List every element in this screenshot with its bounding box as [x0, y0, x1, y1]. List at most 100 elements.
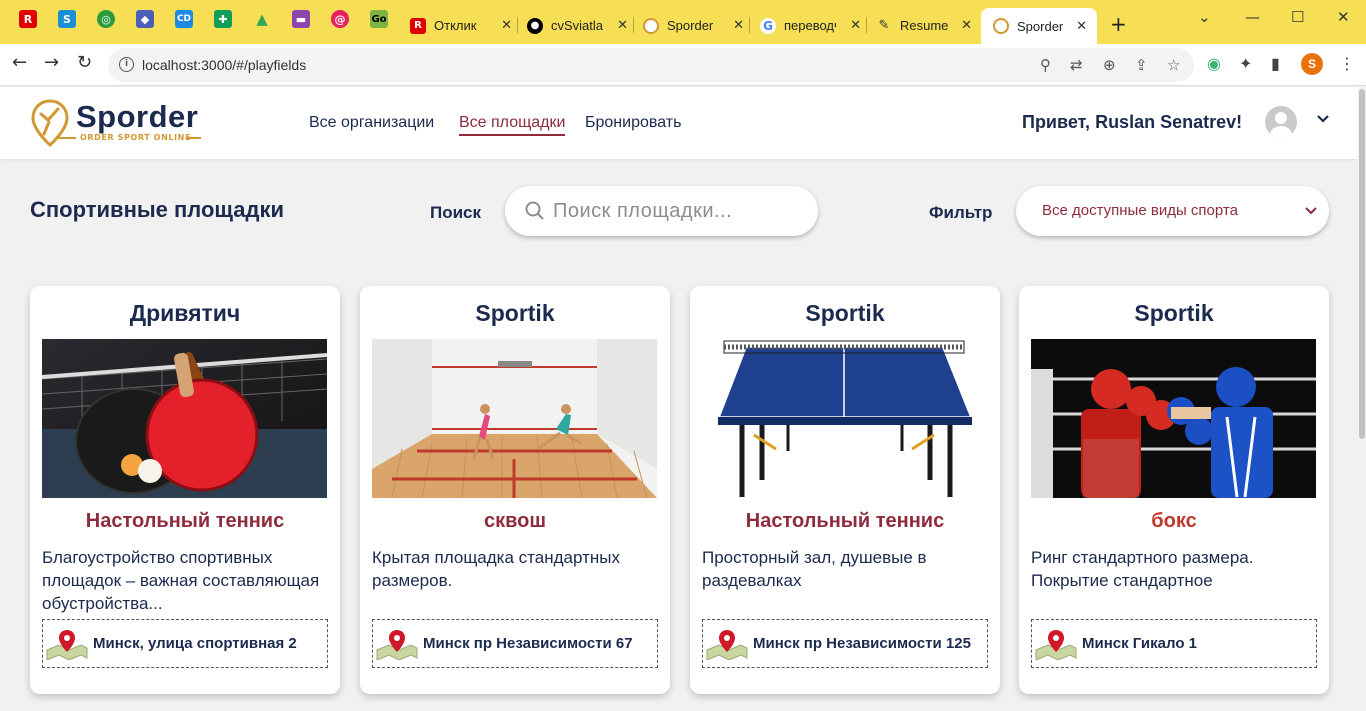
- new-tab-button[interactable]: +: [1110, 12, 1127, 36]
- card-sport: сквош: [483, 510, 547, 532]
- browser-toolbar: ← → ↻ i localhost:3000/#/playfields ⚲ ⇄ …: [0, 44, 1366, 86]
- close-icon[interactable]: ✕: [961, 18, 972, 33]
- search-box[interactable]: [505, 186, 818, 236]
- maximize-icon[interactable]: ☐: [1291, 8, 1304, 26]
- playfield-card[interactable]: Sportik сквош Крытая площадка стандартны…: [360, 286, 670, 694]
- tab-search-chevron-icon[interactable]: ⌄: [1198, 8, 1211, 26]
- card-image-squash-court: [372, 339, 657, 498]
- card-description: Ринг стандартного размера. Покрытие стан…: [1031, 548, 1254, 590]
- tab-label: Resume: [900, 18, 949, 33]
- extension-icon[interactable]: ◉: [1207, 54, 1221, 73]
- pinned-tab-r-icon[interactable]: R: [19, 10, 37, 28]
- pinned-tab-cd-icon[interactable]: CD: [175, 10, 193, 28]
- tab-resume[interactable]: ✎ Resume ✕: [876, 9, 978, 42]
- tab-sporder-active[interactable]: Sporder ✕: [981, 8, 1097, 44]
- pinned-tab-drive-icon[interactable]: ▲: [253, 10, 271, 28]
- scrollbar[interactable]: [1358, 87, 1366, 711]
- user-avatar[interactable]: [1265, 106, 1297, 138]
- address-text: Минск Гикало 1: [1082, 634, 1197, 652]
- pinned-tab-sheets-icon[interactable]: ✚: [214, 10, 232, 28]
- card-image-ping-pong-table: [702, 339, 987, 498]
- window-close-icon[interactable]: ✕: [1337, 8, 1350, 26]
- github-icon: ●: [527, 17, 543, 34]
- card-image-table-tennis-rackets: [42, 339, 327, 498]
- search-input[interactable]: [553, 199, 783, 223]
- address-text: Минск, улица спортивная 2: [93, 634, 297, 652]
- card-address[interactable]: Минск пр Независимости 125: [702, 619, 988, 668]
- pinned-tab-globe-icon[interactable]: ◎: [97, 10, 115, 28]
- nav-booking[interactable]: Бронировать: [585, 114, 681, 132]
- site-info-icon[interactable]: i: [119, 57, 134, 72]
- address-bar[interactable]: i localhost:3000/#/playfields ⚲ ⇄ ⊕ ⇪ ☆: [108, 48, 1194, 82]
- browser-menu-icon[interactable]: ⋮: [1339, 54, 1355, 73]
- chevron-down-icon[interactable]: [1316, 112, 1330, 126]
- location-icon[interactable]: ⚲: [1040, 56, 1051, 74]
- zoom-icon[interactable]: ⊕: [1103, 56, 1116, 74]
- chevron-down-icon: [1305, 207, 1317, 215]
- nav-all-organizations[interactable]: Все организации: [309, 114, 434, 132]
- side-panel-icon[interactable]: ▮: [1271, 54, 1280, 73]
- resume-icon: ✎: [878, 18, 890, 33]
- logo-pin-icon[interactable]: [30, 99, 70, 147]
- card-address[interactable]: Минск пр Независимости 67: [372, 619, 658, 668]
- card-organization: Sportik: [1134, 300, 1214, 326]
- close-icon[interactable]: ✕: [733, 18, 744, 33]
- forward-icon[interactable]: →: [44, 52, 59, 73]
- filter-label: Фильтр: [929, 203, 993, 222]
- page: Sporder ORDER SPORT ONLINE Все организац…: [0, 87, 1358, 711]
- card-description: Благоустройство спортивных площадок – ва…: [42, 548, 320, 613]
- map-pin-icon: [46, 630, 88, 660]
- card-image-boxing: [1031, 339, 1316, 498]
- back-icon[interactable]: ←: [12, 52, 27, 73]
- tab-label: cvSviatlana: [551, 18, 603, 33]
- tab-sporder[interactable]: Sporder ✕: [643, 9, 750, 42]
- extensions-puzzle-icon[interactable]: ✦: [1239, 54, 1252, 73]
- tab-translator[interactable]: G переводчик ✕: [760, 9, 867, 42]
- close-icon[interactable]: ✕: [850, 18, 861, 33]
- profile-avatar[interactable]: S: [1301, 53, 1323, 75]
- tab-label: Отклик: [434, 18, 477, 33]
- card-address[interactable]: Минск, улица спортивная 2: [42, 619, 328, 668]
- tab-label: Sporder: [1017, 18, 1064, 34]
- close-icon[interactable]: ✕: [617, 18, 628, 33]
- close-icon[interactable]: ✕: [501, 18, 512, 33]
- map-pin-icon: [706, 630, 748, 660]
- share-icon[interactable]: ⇪: [1135, 56, 1148, 74]
- scrollbar-thumb[interactable]: [1359, 89, 1365, 439]
- google-icon: G: [760, 17, 776, 34]
- card-organization: Sportik: [805, 300, 885, 326]
- logo-line-left: [58, 137, 76, 139]
- reload-icon[interactable]: ↻: [77, 52, 92, 73]
- translate-icon[interactable]: ⇄: [1070, 56, 1083, 74]
- pinned-tab-go-icon[interactable]: Go: [370, 10, 388, 28]
- browser-tab-strip: R S ◎ ◆ CD ✚ ▲ ▬ @ Go R Отклик ✕ ● cvSvi…: [0, 0, 1366, 44]
- tab-cvsviatlana[interactable]: ● cvSviatlana ✕: [527, 9, 634, 42]
- card-sport: Настольный теннис: [85, 510, 285, 532]
- map-pin-icon: [376, 630, 418, 660]
- nav-all-playfields[interactable]: Все площадки: [459, 114, 566, 136]
- sport-filter-select[interactable]: Все доступные виды спорта: [1016, 186, 1329, 236]
- logo-text[interactable]: Sporder: [76, 99, 198, 135]
- playfield-card[interactable]: Sportik Настольный теннис Просторный зал…: [690, 286, 1000, 694]
- pinned-tab-s-icon[interactable]: S: [58, 10, 76, 28]
- pinned-tab-shield-icon[interactable]: ◆: [136, 10, 154, 28]
- playfield-card[interactable]: Дривятич Настольный теннис Благоустройст…: [30, 286, 340, 694]
- close-icon[interactable]: ✕: [1076, 19, 1087, 34]
- pinned-tab-pink-icon[interactable]: @: [331, 10, 349, 28]
- card-address[interactable]: Минск Гикало 1: [1031, 619, 1317, 668]
- bookmark-star-icon[interactable]: ☆: [1167, 56, 1180, 74]
- sporder-icon: [993, 18, 1009, 34]
- playfield-card[interactable]: Sportik бокс Ринг стандартного размера. …: [1019, 286, 1329, 694]
- tab-label: переводчик: [784, 18, 836, 33]
- address-text: Минск пр Независимости 125: [753, 634, 971, 652]
- tab-otklik[interactable]: R Отклик ✕: [410, 9, 518, 42]
- card-sport: Настольный теннис: [745, 510, 945, 532]
- card-description: Крытая площадка стандартных размеров.: [372, 548, 620, 590]
- minimize-icon[interactable]: —: [1245, 8, 1260, 26]
- address-text: Минск пр Независимости 67: [423, 634, 633, 652]
- sporder-icon: [643, 17, 659, 34]
- page-title: Спортивные площадки: [30, 197, 284, 222]
- address-url[interactable]: localhost:3000/#/playfields: [142, 57, 306, 73]
- pinned-tab-purple-icon[interactable]: ▬: [292, 10, 310, 28]
- card-organization: Дривятич: [129, 300, 241, 326]
